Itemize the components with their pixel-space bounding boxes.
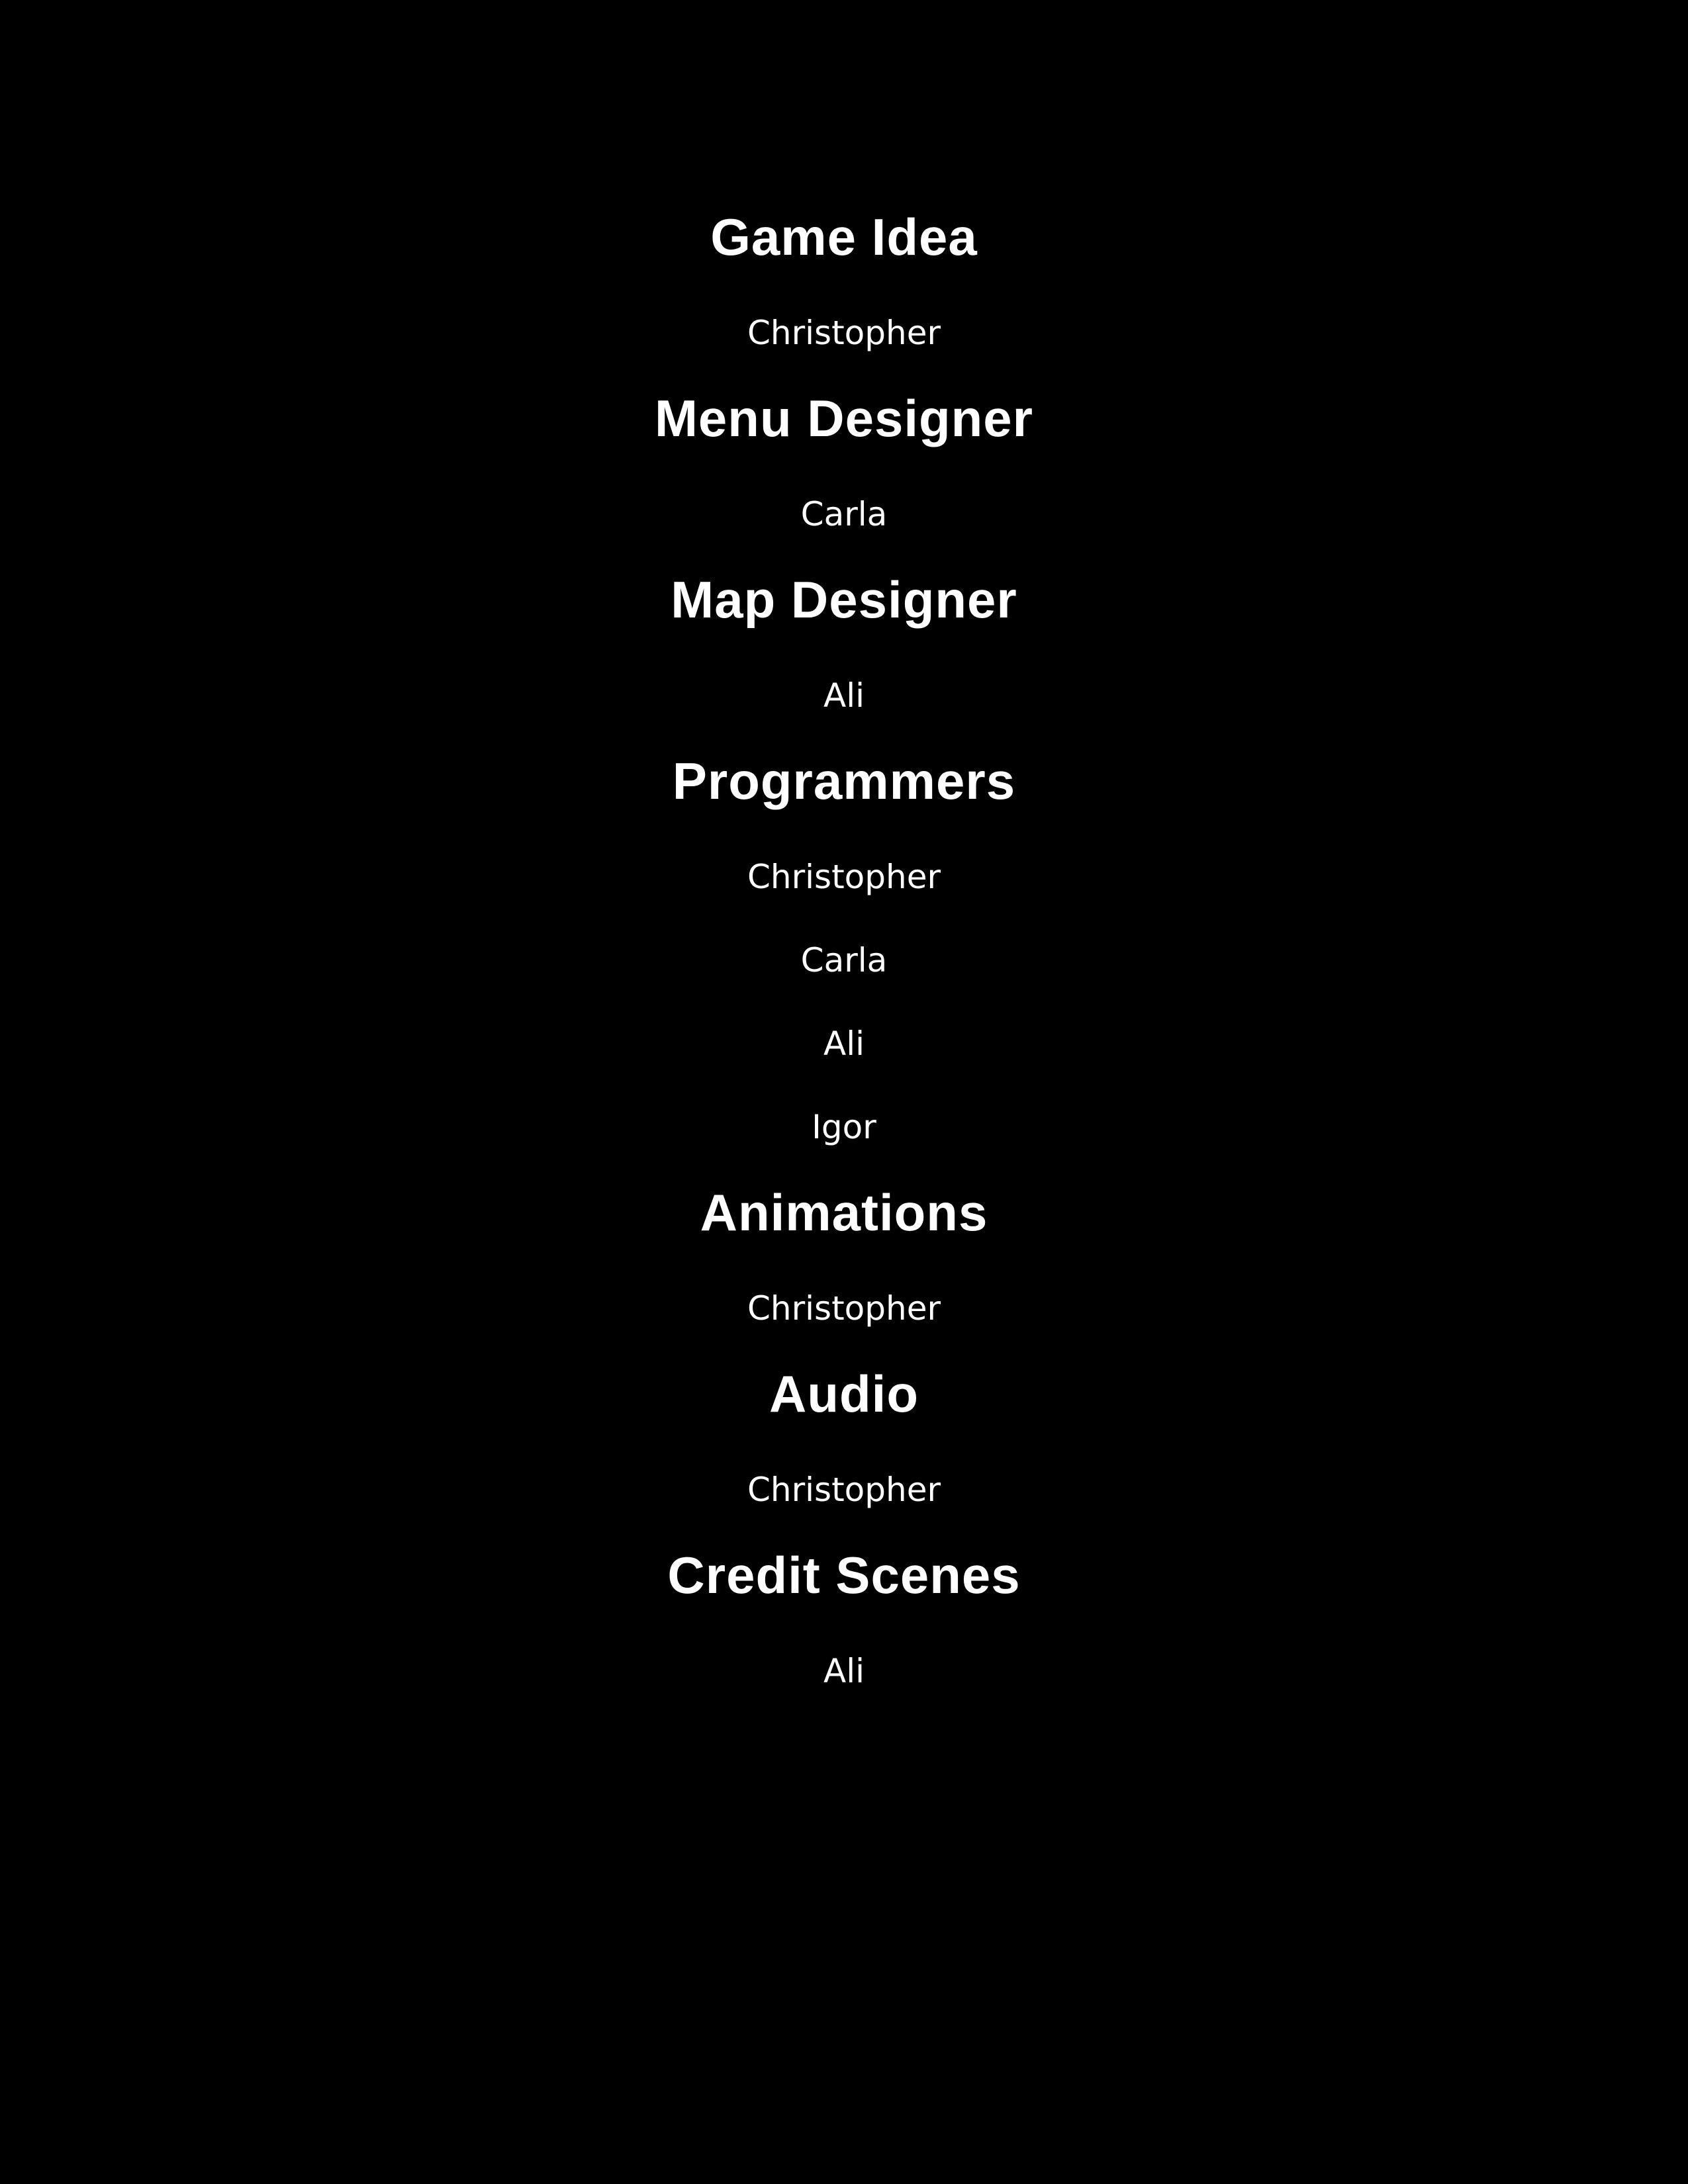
section-title: Audio	[769, 1365, 919, 1423]
member-name: Christopher	[747, 1471, 941, 1509]
member-name: Christopher	[747, 314, 941, 352]
section-title: Menu Designer	[654, 389, 1034, 447]
credits-screen: { "colors": { "background": "#000000", "…	[0, 0, 1688, 2184]
section-title: Game Idea	[710, 208, 978, 266]
member-name: Christopher	[747, 858, 941, 896]
section-title: Credit Scenes	[667, 1546, 1021, 1604]
section-title: Animations	[700, 1183, 988, 1242]
member-name: Carla	[800, 941, 888, 979]
credit-section-programmers: Programmers Christopher Carla Ali Igor	[0, 737, 1688, 1169]
member-name: Igor	[812, 1108, 876, 1146]
credit-section-animations: Animations Christopher	[0, 1169, 1688, 1350]
section-title: Map Designer	[671, 570, 1017, 629]
member-name: Ali	[823, 1024, 865, 1063]
member-name: Carla	[800, 495, 888, 533]
credit-section-game-idea: Game Idea Christopher	[0, 193, 1688, 375]
section-title: Programmers	[672, 752, 1016, 810]
credit-section-map-designer: Map Designer Ali	[0, 556, 1688, 737]
credit-section-credit-scenes: Credit Scenes Ali	[0, 1531, 1688, 1713]
credit-section-audio: Audio Christopher	[0, 1350, 1688, 1531]
member-name: Christopher	[747, 1289, 941, 1328]
credits-list: Game Idea Christopher Menu Designer Carl…	[0, 193, 1688, 1713]
member-name: Ali	[823, 676, 865, 715]
member-name: Ali	[823, 1652, 865, 1690]
credit-section-menu-designer: Menu Designer Carla	[0, 375, 1688, 556]
